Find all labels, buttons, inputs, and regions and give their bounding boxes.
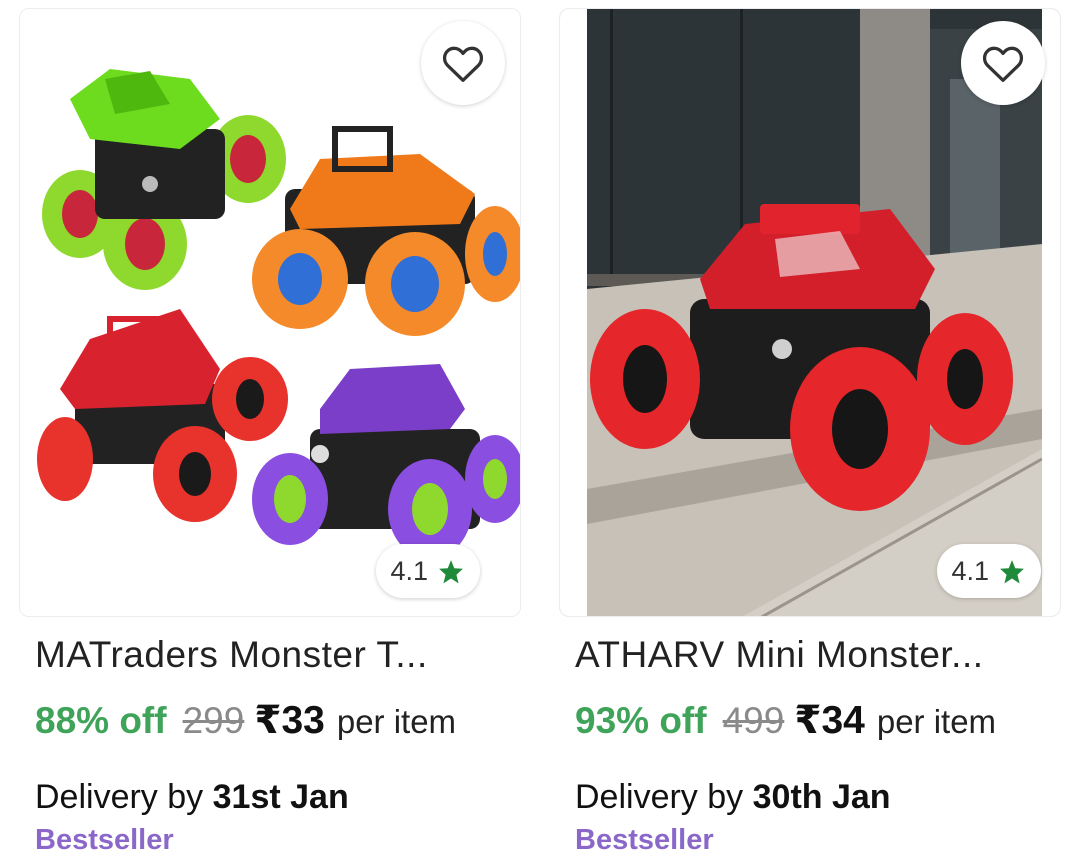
selling-price: ₹34 <box>794 699 865 742</box>
original-price: 299 <box>182 700 245 741</box>
delivery-info: Delivery by 30th Jan <box>575 778 891 817</box>
star-icon <box>439 559 463 583</box>
heart-outline-icon <box>982 46 1024 82</box>
product-image[interactable]: 4.1 <box>19 8 521 617</box>
product-title[interactable]: MATraders Monster T... <box>35 634 515 676</box>
delivery-date: 31st Jan <box>212 778 349 816</box>
star-icon <box>1000 559 1024 583</box>
price-row: 88% off 299 ₹33 per item <box>35 698 456 743</box>
price-unit: per item <box>336 703 457 740</box>
rating-chip: 4.1 <box>937 544 1041 598</box>
selling-price: ₹33 <box>254 699 325 742</box>
heart-outline-icon <box>442 46 484 82</box>
product-image[interactable]: 4.1 <box>559 8 1061 617</box>
bestseller-badge: Bestseller <box>575 824 714 856</box>
product-card[interactable]: 4.1 MATraders Monster T... 88% off 299 ₹… <box>19 8 521 858</box>
price-unit: per item <box>876 703 997 740</box>
product-card[interactable]: 4.1 ATHARV Mini Monster... 93% off 499 ₹… <box>559 8 1061 858</box>
price-row: 93% off 499 ₹34 per item <box>575 698 996 743</box>
discount-label: 93% off <box>575 700 707 741</box>
rating-chip: 4.1 <box>376 544 480 598</box>
rating-value: 4.1 <box>390 555 428 586</box>
discount-label: 88% off <box>35 700 167 741</box>
delivery-prefix: Delivery by <box>35 778 204 816</box>
delivery-prefix: Delivery by <box>575 778 744 816</box>
delivery-info: Delivery by 31st Jan <box>35 778 349 817</box>
wishlist-button[interactable] <box>421 21 505 105</box>
bestseller-badge: Bestseller <box>35 824 174 856</box>
delivery-date: 30th Jan <box>752 778 891 816</box>
rating-value: 4.1 <box>951 555 989 586</box>
product-title[interactable]: ATHARV Mini Monster... <box>575 634 1055 676</box>
wishlist-button[interactable] <box>961 21 1045 105</box>
original-price: 499 <box>722 700 785 741</box>
